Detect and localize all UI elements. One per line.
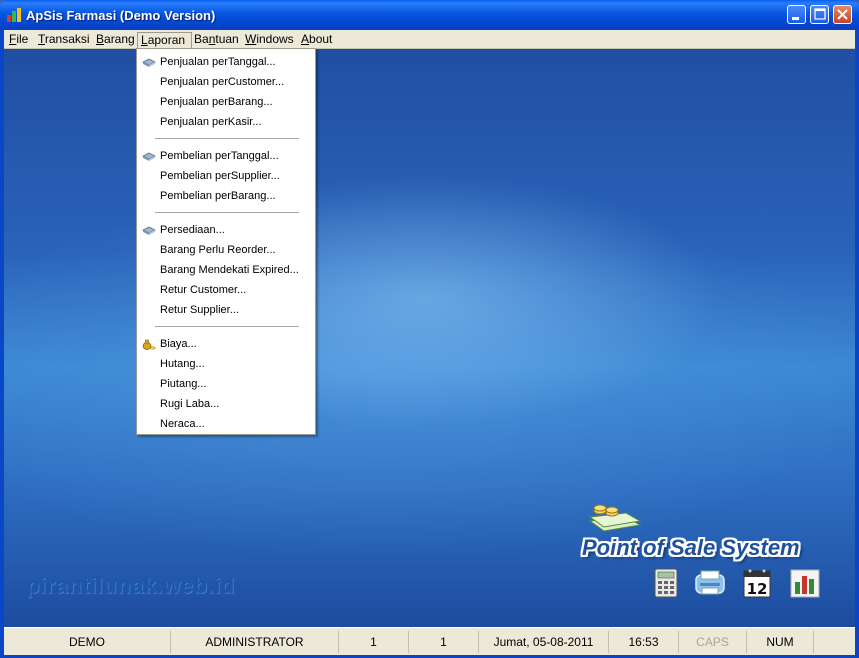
menu-about[interactable]: About bbox=[298, 32, 335, 48]
money-stack-icon bbox=[588, 504, 642, 532]
menu-item-penjualan-percustomer[interactable]: Penjualan perCustomer... bbox=[137, 72, 315, 92]
status-field-1: 1 bbox=[339, 631, 409, 653]
printer-icon[interactable] bbox=[694, 567, 726, 599]
menu-item-label: Rugi Laba... bbox=[160, 398, 220, 410]
laporan-dropdown-menu: Penjualan perTanggal... Penjualan perCus… bbox=[136, 48, 316, 435]
menu-file[interactable]: File bbox=[6, 32, 31, 48]
status-empty bbox=[814, 631, 855, 653]
menu-bantuan-label-a: Ba bbox=[194, 32, 209, 46]
watermark-text: pirantilunak.web.id bbox=[26, 573, 235, 598]
menu-transaksi-mnemonic: T bbox=[38, 32, 45, 46]
calendar-day-text: 12 bbox=[747, 580, 768, 598]
close-icon bbox=[837, 9, 848, 20]
menu-transaksi[interactable]: Transaksi bbox=[35, 32, 93, 48]
menu-file-label: ile bbox=[16, 32, 29, 46]
menu-item-label: Pembelian perSupplier... bbox=[160, 170, 280, 182]
menu-bantuan-label-b: tuan bbox=[215, 32, 239, 46]
menu-item-neraca[interactable]: Neraca... bbox=[137, 414, 315, 434]
menu-windows-label: indows bbox=[256, 32, 294, 46]
menu-item-label: Biaya... bbox=[160, 338, 197, 350]
menu-item-label: Barang Perlu Reorder... bbox=[160, 244, 276, 256]
window-frame-right bbox=[855, 30, 859, 658]
menu-transaksi-label: ransaksi bbox=[44, 32, 90, 46]
menu-separator bbox=[155, 326, 299, 327]
menu-item-pembelian-pertanggal[interactable]: Pembelian perTanggal... bbox=[137, 146, 315, 166]
menu-item-label: Penjualan perCustomer... bbox=[160, 76, 285, 88]
menu-item-biaya[interactable]: Biaya... bbox=[137, 334, 315, 354]
menu-item-barang-perlu-reorder[interactable]: Barang Perlu Reorder... bbox=[137, 240, 315, 260]
status-user: ADMINISTRATOR bbox=[171, 631, 339, 653]
chart-icon[interactable] bbox=[789, 567, 821, 599]
status-num: NUM bbox=[747, 631, 814, 653]
menu-separator bbox=[155, 212, 299, 213]
menu-item-label: Pembelian perBarang... bbox=[160, 190, 276, 202]
menu-barang-label: arang bbox=[104, 32, 135, 46]
menu-item-hutang[interactable]: Hutang... bbox=[137, 354, 315, 374]
menu-item-persediaan[interactable]: Persediaan... bbox=[137, 220, 315, 240]
maximize-icon bbox=[814, 8, 826, 20]
menu-barang[interactable]: Barang bbox=[93, 32, 138, 48]
title-bar[interactable]: ApSis Farmasi (Demo Version) bbox=[0, 0, 859, 30]
menu-item-pembelian-persupplier[interactable]: Pembelian perSupplier... bbox=[137, 166, 315, 186]
mdi-desktop: pirantilunak.web.id Point of Sale System… bbox=[4, 49, 855, 627]
menu-about-mnemonic: A bbox=[301, 32, 310, 46]
menu-item-label: Pembelian perTanggal... bbox=[160, 150, 279, 162]
menu-item-pembelian-perbarang[interactable]: Pembelian perBarang... bbox=[137, 186, 315, 206]
money-bag-icon bbox=[142, 339, 156, 350]
status-bar: DEMO ADMINISTRATOR 1 1 Jumat, 05-08-2011… bbox=[4, 627, 855, 655]
menu-item-retur-supplier[interactable]: Retur Supplier... bbox=[137, 300, 315, 320]
minimize-button[interactable] bbox=[787, 5, 806, 24]
menu-item-label: Retur Supplier... bbox=[160, 304, 239, 316]
menu-item-penjualan-perkasir[interactable]: Penjualan perKasir... bbox=[137, 112, 315, 132]
menu-windows-mnemonic: W bbox=[245, 32, 257, 46]
menu-item-label: Penjualan perTanggal... bbox=[160, 56, 276, 68]
status-date: Jumat, 05-08-2011 bbox=[479, 631, 609, 653]
menu-item-piutang[interactable]: Piutang... bbox=[137, 374, 315, 394]
menu-item-label: Penjualan perBarang... bbox=[160, 96, 273, 108]
menu-item-label: Hutang... bbox=[160, 358, 205, 370]
close-button[interactable] bbox=[833, 5, 852, 24]
menu-item-label: Neraca... bbox=[160, 418, 205, 430]
window-title: ApSis Farmasi (Demo Version) bbox=[26, 8, 216, 23]
status-field-2: 1 bbox=[409, 631, 479, 653]
menu-item-label: Penjualan perKasir... bbox=[160, 116, 262, 128]
menu-laporan-mnemonic: L bbox=[141, 33, 148, 47]
menu-laporan-label: aporan bbox=[147, 33, 186, 47]
calculator-icon[interactable] bbox=[650, 567, 682, 599]
status-edition: DEMO bbox=[4, 631, 171, 653]
report-icon bbox=[142, 58, 156, 67]
menu-windows[interactable]: Windows bbox=[242, 32, 297, 48]
menu-laporan[interactable]: Laporan bbox=[137, 32, 192, 48]
menu-bar: File Transaksi Barang Laporan Bantuan Wi… bbox=[4, 30, 855, 49]
menu-separator bbox=[155, 138, 299, 139]
menu-item-label: Barang Mendekati Expired... bbox=[160, 264, 299, 276]
menu-about-label: bout bbox=[309, 32, 333, 46]
report-icon bbox=[142, 226, 156, 235]
menu-item-label: Retur Customer... bbox=[160, 284, 247, 296]
menu-item-penjualan-pertanggal[interactable]: Penjualan perTanggal... bbox=[137, 52, 315, 72]
menu-item-rugi-laba[interactable]: Rugi Laba... bbox=[137, 394, 315, 414]
menu-item-barang-mendekati-expired[interactable]: Barang Mendekati Expired... bbox=[137, 260, 315, 280]
menu-barang-mnemonic: B bbox=[96, 32, 105, 46]
menu-item-label: Piutang... bbox=[160, 378, 207, 390]
menu-item-penjualan-perbarang[interactable]: Penjualan perBarang... bbox=[137, 92, 315, 112]
status-caps: CAPS bbox=[679, 631, 747, 653]
report-icon bbox=[142, 152, 156, 161]
menu-item-retur-customer[interactable]: Retur Customer... bbox=[137, 280, 315, 300]
menu-bantuan[interactable]: Bantuan bbox=[191, 32, 242, 48]
app-icon bbox=[7, 8, 21, 22]
menu-item-label: Persediaan... bbox=[160, 224, 225, 236]
maximize-button[interactable] bbox=[810, 5, 829, 24]
minimize-icon bbox=[792, 17, 799, 20]
pos-logo-text: Point of Sale System bbox=[582, 535, 800, 560]
calendar-icon[interactable]: 12 bbox=[741, 567, 773, 599]
status-time: 16:53 bbox=[609, 631, 679, 653]
